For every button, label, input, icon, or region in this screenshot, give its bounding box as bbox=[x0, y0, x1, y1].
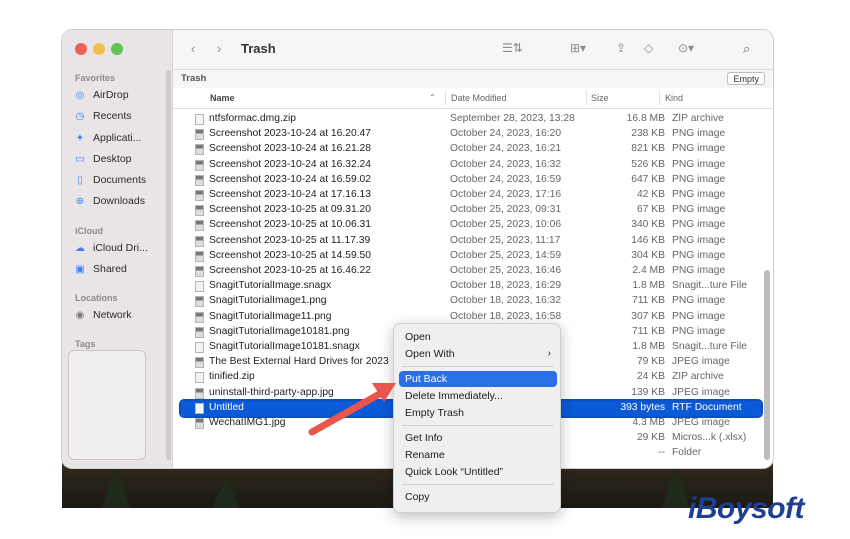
iboysoft-logo: iBoysoft bbox=[688, 492, 805, 525]
annotation-arrow-icon bbox=[308, 383, 396, 436]
screenshot-stage: Favorites ◎ AirDrop ◷ Recents ✦ Applicati..… bbox=[0, 0, 850, 539]
